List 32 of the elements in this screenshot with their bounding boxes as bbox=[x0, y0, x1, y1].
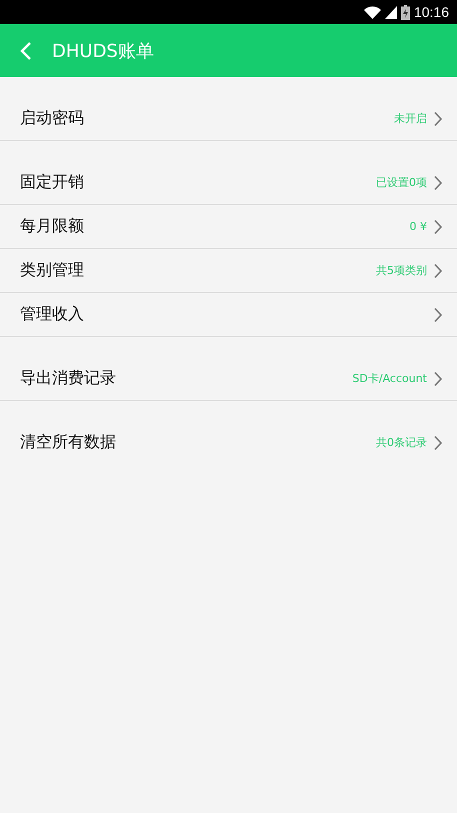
header-title: DHUDS账单 bbox=[52, 40, 154, 62]
chevron-icon bbox=[433, 434, 443, 450]
settings-row[interactable]: 导出消费记录 SD卡/Account bbox=[0, 357, 457, 401]
settings-row[interactable]: 启动密码 未开启 bbox=[0, 97, 457, 141]
setting-label: 清空所有数据 bbox=[20, 432, 117, 453]
setting-value: 共5项类别 bbox=[376, 263, 427, 278]
setting-value: 已设置0项 bbox=[376, 175, 427, 190]
setting-value: SD卡/Account bbox=[352, 371, 427, 386]
chevron-icon bbox=[433, 174, 443, 190]
settings-row[interactable]: 类别管理 共5项类别 bbox=[0, 249, 457, 293]
settings-row[interactable]: 固定开销 已设置0项 bbox=[0, 161, 457, 205]
status-time: 10:16 bbox=[414, 4, 449, 20]
chevron-icon bbox=[433, 370, 443, 386]
setting-value: 未开启 bbox=[394, 111, 427, 126]
chevron-icon bbox=[433, 306, 443, 322]
setting-label: 固定开销 bbox=[20, 172, 85, 193]
setting-value: 0 ¥ bbox=[410, 220, 427, 233]
setting-label: 启动密码 bbox=[20, 108, 85, 129]
setting-label: 导出消费记录 bbox=[20, 368, 117, 389]
setting-label: 管理收入 bbox=[20, 304, 85, 325]
battery-icon bbox=[400, 4, 410, 20]
chevron-icon bbox=[433, 262, 443, 278]
signal-icon bbox=[384, 6, 397, 18]
setting-value: 共0条记录 bbox=[376, 435, 427, 450]
setting-label: 类别管理 bbox=[20, 260, 85, 281]
wifi-icon bbox=[364, 6, 381, 18]
setting-label: 每月限额 bbox=[20, 216, 85, 237]
chevron-icon bbox=[433, 110, 443, 126]
chevron-icon bbox=[433, 218, 443, 234]
settings-row[interactable]: 每月限额 0 ¥ bbox=[0, 205, 457, 249]
settings-row[interactable]: 清空所有数据 共0条记录 bbox=[0, 421, 457, 464]
settings-row[interactable]: 管理收入 bbox=[0, 293, 457, 337]
